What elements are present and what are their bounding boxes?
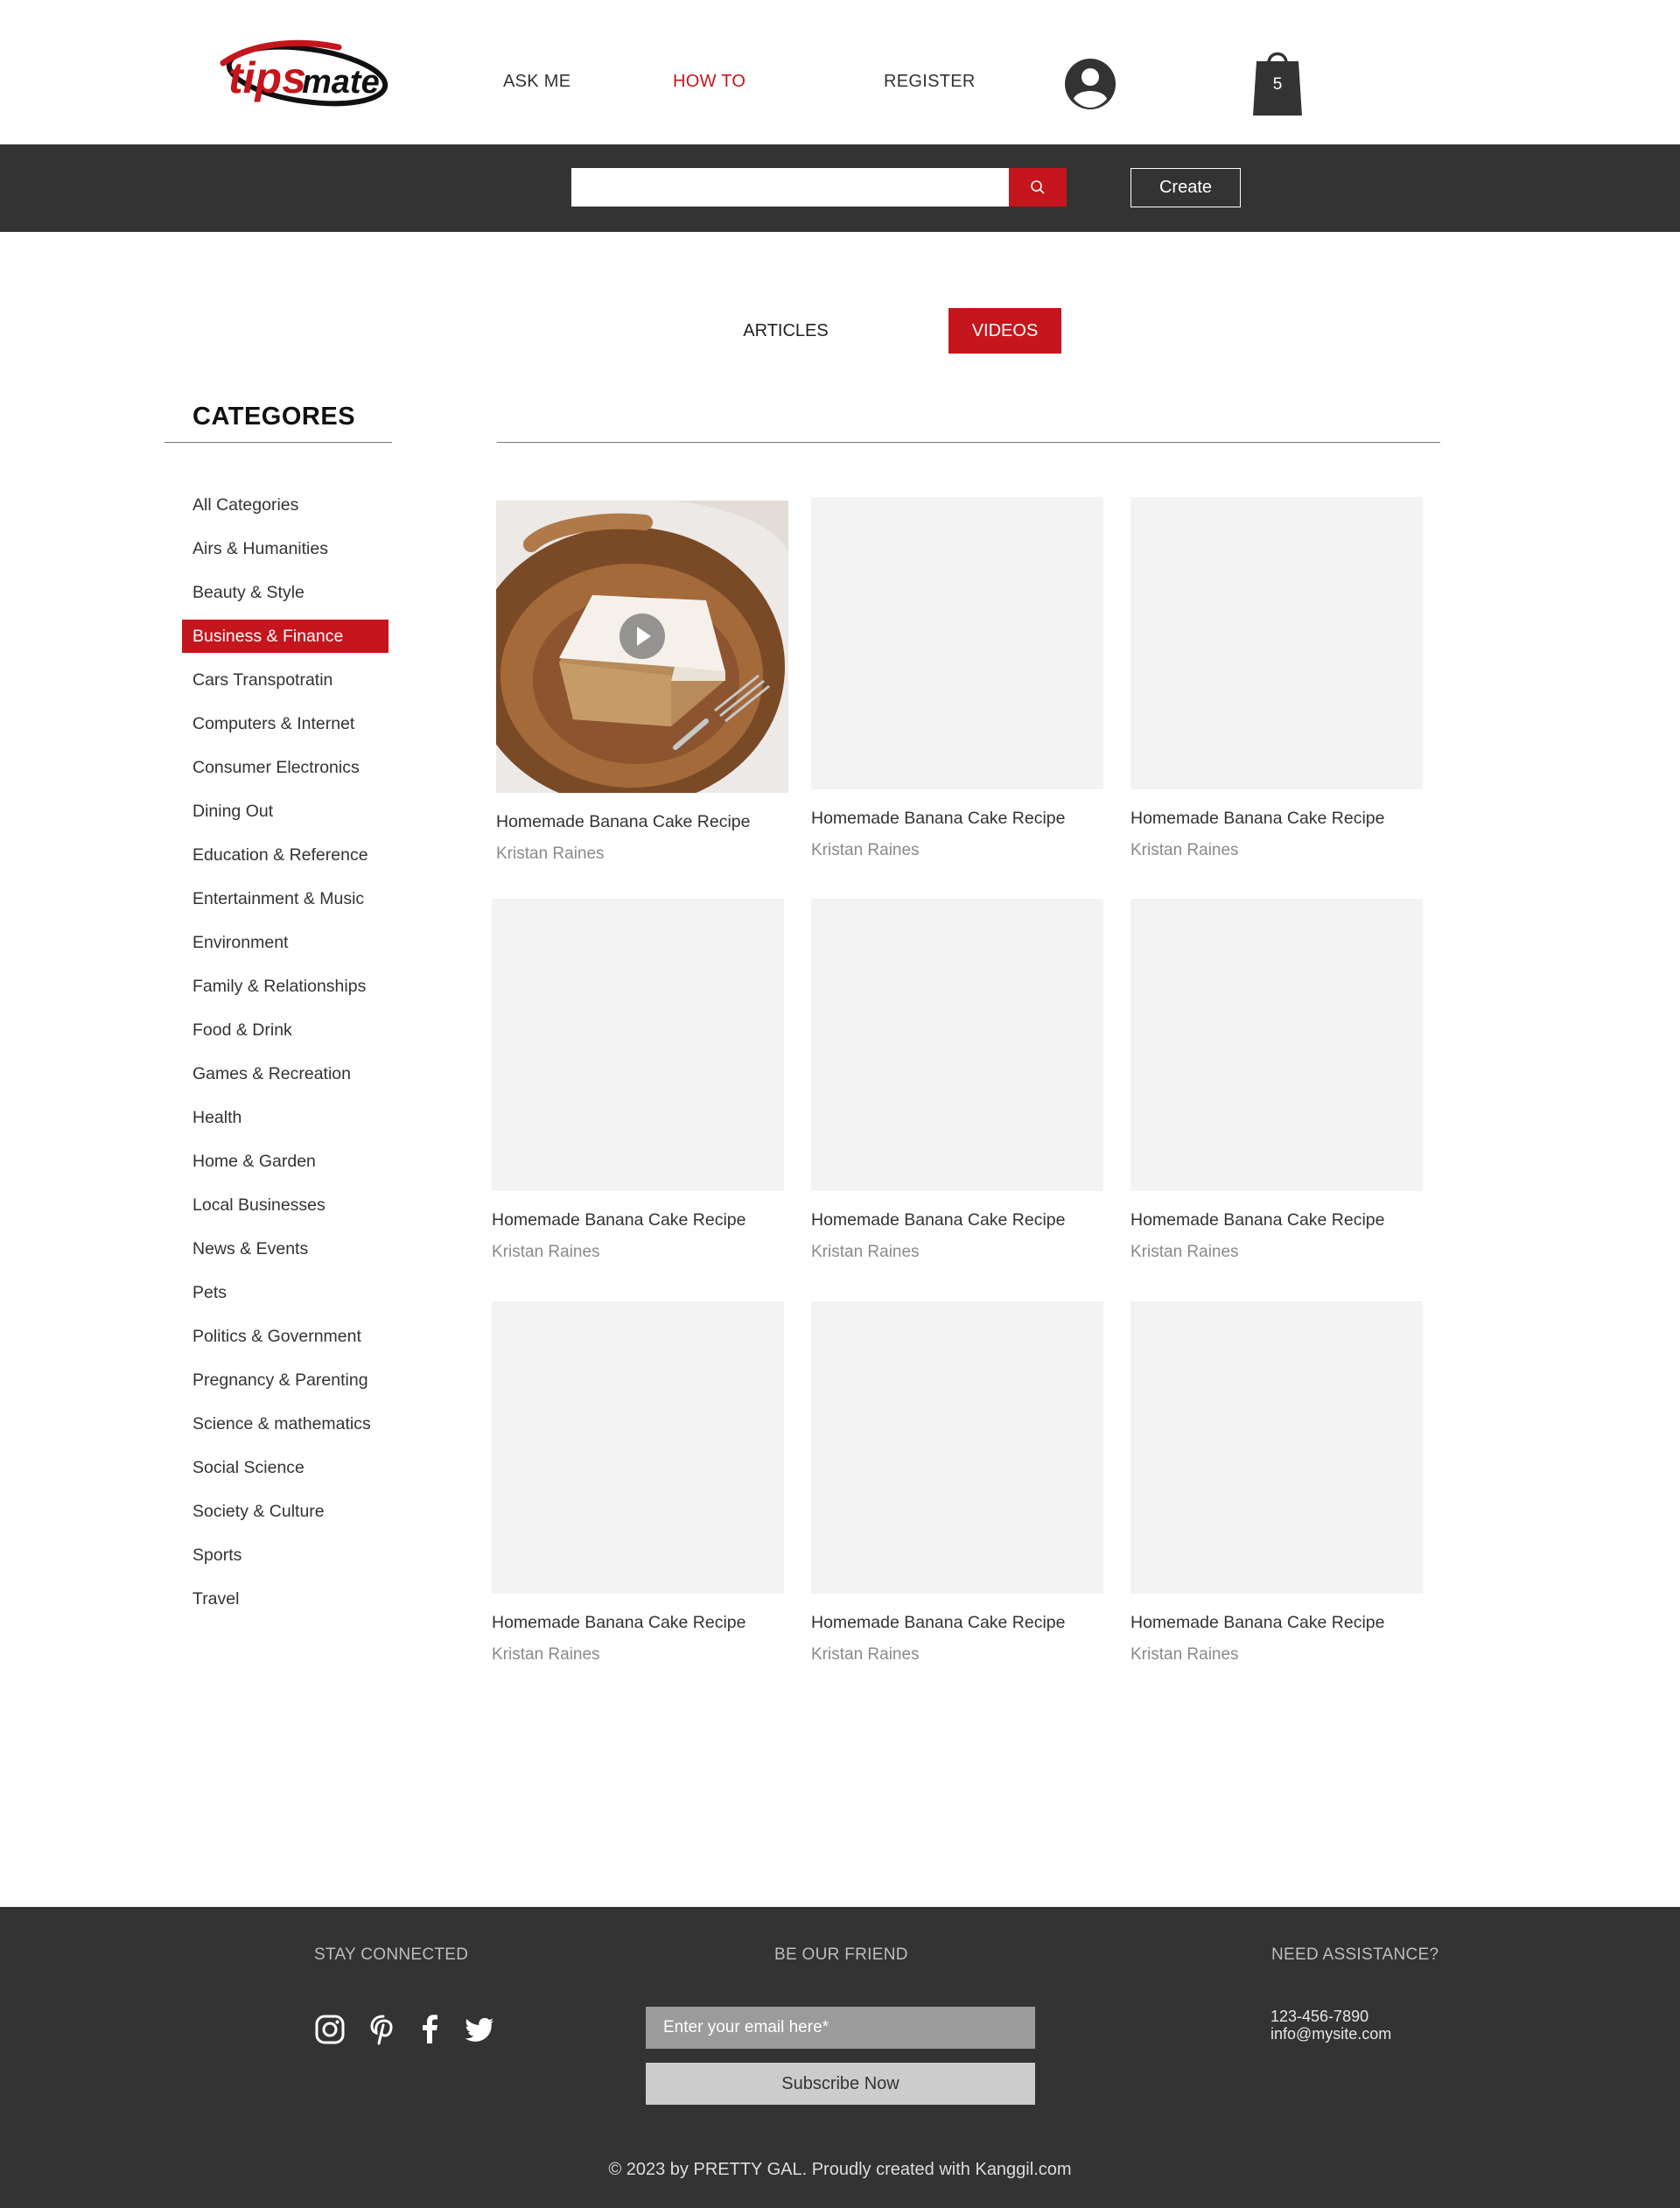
- category-item[interactable]: Science & mathematics: [182, 1407, 388, 1440]
- twitter-icon[interactable]: [464, 2014, 495, 2045]
- video-author: Kristan Raines: [492, 1243, 600, 1261]
- video-thumbnail-placeholder[interactable]: [811, 899, 1103, 1191]
- newsletter-email-input[interactable]: [646, 2007, 1035, 2049]
- facebook-icon[interactable]: [415, 2014, 446, 2045]
- category-item[interactable]: Beauty & Style: [182, 576, 388, 609]
- contact-phone: 123-456-7890: [1270, 2008, 1369, 2025]
- video-card[interactable]: Homemade Banana Cake Recipe Kristan Rain…: [811, 899, 1103, 1262]
- search-icon: [1031, 180, 1045, 194]
- category-list: All Categories Airs & Humanities Beauty …: [182, 488, 388, 1626]
- video-author: Kristan Raines: [811, 1243, 920, 1261]
- category-item[interactable]: Society & Culture: [182, 1495, 388, 1528]
- category-item[interactable]: Health: [182, 1101, 388, 1134]
- stay-connected-heading: STAY CONNECTED: [314, 1945, 469, 1964]
- pinterest-icon[interactable]: [368, 2014, 399, 2045]
- video-thumbnail-placeholder[interactable]: [1130, 497, 1423, 789]
- category-item[interactable]: Entertainment & Music: [182, 882, 388, 915]
- cart-count-badge: 5: [1272, 75, 1283, 94]
- category-item[interactable]: News & Events: [182, 1232, 388, 1265]
- category-item[interactable]: Education & Reference: [182, 838, 388, 872]
- video-title[interactable]: Homemade Banana Cake Recipe: [811, 1613, 1103, 1633]
- tipsmate-logo[interactable]: tips mate: [216, 35, 389, 116]
- category-item[interactable]: Computers & Internet: [182, 707, 388, 740]
- instagram-icon[interactable]: [314, 2014, 346, 2045]
- video-author: Kristan Raines: [1130, 1243, 1239, 1261]
- video-card[interactable]: Homemade Banana Cake Recipe Kristan Rain…: [496, 501, 788, 864]
- video-title[interactable]: Homemade Banana Cake Recipe: [496, 812, 788, 832]
- video-title[interactable]: Homemade Banana Cake Recipe: [1130, 1210, 1423, 1230]
- video-thumbnail-placeholder[interactable]: [492, 899, 784, 1191]
- account-avatar-icon[interactable]: [1064, 58, 1116, 110]
- video-thumbnail-placeholder[interactable]: [1130, 899, 1423, 1191]
- category-item[interactable]: Cars Transpotratin: [182, 663, 388, 697]
- video-thumbnail-placeholder[interactable]: [811, 1301, 1103, 1594]
- category-item[interactable]: Dining Out: [182, 795, 388, 828]
- video-author: Kristan Raines: [496, 845, 605, 863]
- nav-register[interactable]: REGISTER: [884, 68, 976, 95]
- video-title[interactable]: Homemade Banana Cake Recipe: [1130, 809, 1423, 829]
- category-item[interactable]: Social Science: [182, 1451, 388, 1484]
- video-thumbnail-placeholder[interactable]: [1130, 1301, 1423, 1594]
- category-item-selected[interactable]: Business & Finance: [182, 620, 388, 653]
- video-title[interactable]: Homemade Banana Cake Recipe: [492, 1210, 784, 1230]
- category-item[interactable]: Politics & Government: [182, 1320, 388, 1353]
- category-item[interactable]: Local Businesses: [182, 1188, 388, 1222]
- video-thumbnail-placeholder[interactable]: [811, 497, 1103, 789]
- nav-ask-me[interactable]: ASK ME: [503, 68, 570, 95]
- video-card[interactable]: Homemade Banana Cake Recipe Kristan Rain…: [811, 1301, 1103, 1665]
- categories-divider: [164, 442, 392, 443]
- video-author: Kristan Raines: [811, 841, 920, 859]
- tab-articles[interactable]: ARTICLES: [718, 308, 854, 354]
- category-item[interactable]: Pets: [182, 1276, 388, 1309]
- be-our-friend-heading: BE OUR FRIEND: [774, 1945, 908, 1964]
- video-thumbnail[interactable]: [496, 501, 788, 793]
- video-title[interactable]: Homemade Banana Cake Recipe: [1130, 1613, 1423, 1633]
- video-card[interactable]: Homemade Banana Cake Recipe Kristan Rain…: [1130, 497, 1423, 860]
- video-card[interactable]: Homemade Banana Cake Recipe Kristan Rain…: [811, 497, 1103, 860]
- shopping-cart-icon[interactable]: 5: [1250, 49, 1306, 117]
- category-item[interactable]: Food & Drink: [182, 1013, 388, 1047]
- video-card[interactable]: Homemade Banana Cake Recipe Kristan Rain…: [492, 1301, 784, 1665]
- categories-heading: CATEGORES: [192, 403, 356, 431]
- category-item[interactable]: Sports: [182, 1539, 388, 1572]
- video-title[interactable]: Homemade Banana Cake Recipe: [811, 1210, 1103, 1230]
- video-title[interactable]: Homemade Banana Cake Recipe: [811, 809, 1103, 829]
- category-item[interactable]: Home & Garden: [182, 1145, 388, 1178]
- video-card[interactable]: Homemade Banana Cake Recipe Kristan Rain…: [1130, 899, 1423, 1262]
- video-author: Kristan Raines: [811, 1645, 920, 1664]
- category-item[interactable]: All Categories: [182, 488, 388, 522]
- create-button[interactable]: Create: [1130, 168, 1241, 207]
- subscribe-button[interactable]: Subscribe Now: [646, 2063, 1035, 2105]
- category-item[interactable]: Pregnancy & Parenting: [182, 1363, 388, 1397]
- category-item[interactable]: Travel: [182, 1582, 388, 1616]
- category-item[interactable]: Airs & Humanities: [182, 532, 388, 565]
- search-input[interactable]: [571, 168, 1009, 207]
- video-title[interactable]: Homemade Banana Cake Recipe: [492, 1613, 784, 1633]
- category-item[interactable]: Environment: [182, 926, 388, 959]
- category-item[interactable]: Games & Recreation: [182, 1057, 388, 1090]
- video-thumbnail-placeholder[interactable]: [492, 1301, 784, 1594]
- video-author: Kristan Raines: [1130, 841, 1239, 859]
- category-item[interactable]: Family & Relationships: [182, 970, 388, 1003]
- logo-text-mate: mate: [302, 64, 380, 101]
- video-author: Kristan Raines: [1130, 1645, 1239, 1664]
- logo-text-tips: tips: [228, 53, 306, 102]
- video-card[interactable]: Homemade Banana Cake Recipe Kristan Rain…: [492, 899, 784, 1262]
- contact-email[interactable]: info@mysite.com: [1270, 2025, 1391, 2043]
- need-assistance-heading: NEED ASSISTANCE?: [1271, 1945, 1439, 1964]
- video-author: Kristan Raines: [492, 1645, 600, 1664]
- copyright-text: © 2023 by PRETTY GAL. Proudly created wi…: [608, 2160, 1072, 2179]
- nav-how-to[interactable]: HOW TO: [673, 68, 746, 95]
- category-item[interactable]: Consumer Electronics: [182, 751, 388, 784]
- play-icon[interactable]: [619, 613, 666, 660]
- search-button[interactable]: [1009, 168, 1067, 207]
- content-divider: [497, 442, 1440, 443]
- video-card[interactable]: Homemade Banana Cake Recipe Kristan Rain…: [1130, 1301, 1423, 1665]
- tab-videos[interactable]: VIDEOS: [948, 308, 1061, 354]
